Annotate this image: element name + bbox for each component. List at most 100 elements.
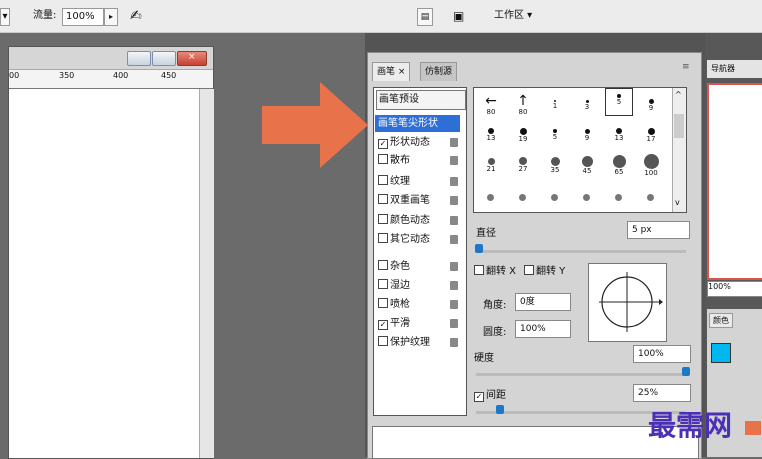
panel-menu-icon[interactable]: ≡: [682, 62, 694, 74]
brush-tip-grid[interactable]: ← 80 ↑ 80 1 3 5 9 13 19 5 9 13 17 21 27 35 45 65 100 ^ v: [473, 87, 687, 213]
brush-tip-cell[interactable]: 35: [542, 154, 568, 174]
lock-icon[interactable]: [450, 281, 458, 290]
grid-scroll-thumb[interactable]: [674, 114, 684, 138]
brush-dot-icon[interactable]: [647, 194, 654, 201]
spacing-checkbox[interactable]: ✓ 间距: [474, 386, 506, 402]
diameter-slider[interactable]: [476, 250, 686, 253]
workspace-menu[interactable]: 工作区 ▾: [494, 8, 532, 24]
flip-y-box[interactable]: [524, 265, 534, 275]
brush-option-item[interactable]: 画笔笔尖形状: [375, 115, 460, 132]
roundness-input[interactable]: 100%: [515, 320, 571, 338]
brush-tip-cell[interactable]: ↑ 80: [510, 94, 536, 116]
tab-clone-source[interactable]: 仿制源: [420, 62, 458, 81]
brush-option-item[interactable]: 散布: [378, 152, 458, 169]
foreground-color-swatch[interactable]: [711, 343, 731, 363]
lock-icon[interactable]: [450, 319, 458, 328]
diameter-slider-knob[interactable]: [475, 244, 483, 253]
scroll-down-icon[interactable]: v: [675, 198, 680, 207]
navigator-zoom-input[interactable]: 100%: [707, 281, 762, 297]
navigator-preview[interactable]: [707, 83, 762, 280]
option-checkbox[interactable]: [378, 214, 388, 224]
brush-option-item[interactable]: 纹理: [378, 173, 458, 190]
option-checkbox[interactable]: [378, 154, 388, 164]
brush-option-item[interactable]: 颜色动态: [378, 212, 458, 229]
scroll-up-icon[interactable]: ^: [675, 90, 682, 99]
lock-icon[interactable]: [450, 177, 458, 186]
brush-option-item[interactable]: 杂色: [378, 258, 458, 275]
bridge-icon[interactable]: ▣: [453, 8, 473, 24]
lock-icon[interactable]: [450, 235, 458, 244]
lock-icon[interactable]: [450, 196, 458, 205]
hardness-slider-knob[interactable]: [682, 367, 690, 376]
grid-scrollbar[interactable]: ^ v: [672, 88, 686, 212]
tab-color[interactable]: 颜色: [709, 313, 733, 328]
brush-dot-icon[interactable]: [551, 194, 558, 201]
tab-brush[interactable]: 画笔 ×: [372, 62, 411, 81]
angle-input[interactable]: 0度: [515, 293, 571, 311]
brush-option-item[interactable]: 湿边: [378, 277, 458, 294]
brush-option-item[interactable]: 其它动态: [378, 231, 458, 248]
brush-tip-cell[interactable]: 5: [542, 124, 568, 144]
brush-tip-cell[interactable]: 100: [638, 153, 664, 177]
flow-input[interactable]: 100%: [62, 8, 104, 26]
brush-tip-cell[interactable]: 9: [574, 124, 600, 144]
maximize-button[interactable]: [152, 51, 176, 66]
diameter-input[interactable]: 5 px: [627, 221, 690, 239]
brush-option-item[interactable]: ✓ 平滑: [378, 315, 458, 332]
brush-tip-cell[interactable]: 65: [606, 154, 632, 176]
brush-tip-cell[interactable]: 13: [478, 124, 504, 144]
spacing-input[interactable]: 25%: [633, 384, 691, 402]
document-titlebar[interactable]: ×: [9, 47, 213, 70]
flip-x-box[interactable]: [474, 265, 484, 275]
canvas[interactable]: [9, 89, 199, 458]
option-checkbox[interactable]: [378, 298, 388, 308]
brush-option-item[interactable]: ✓ 形状动态: [378, 134, 458, 151]
lock-icon[interactable]: [450, 262, 458, 271]
flip-y-checkbox[interactable]: 翻转 Y: [524, 262, 565, 277]
angle-roundness-widget[interactable]: [588, 263, 667, 342]
option-checkbox[interactable]: ✓: [378, 320, 388, 330]
option-checkbox[interactable]: [378, 279, 388, 289]
brush-tip-cell[interactable]: 5: [605, 88, 633, 116]
option-checkbox[interactable]: [378, 233, 388, 243]
brush-tip-cell[interactable]: 45: [574, 154, 600, 175]
brush-tip-cell[interactable]: 21: [478, 154, 504, 174]
mode-dropdown-edge[interactable]: ▾: [0, 8, 10, 26]
flow-dropdown-button[interactable]: ▸: [104, 8, 118, 26]
close-icon[interactable]: ×: [398, 67, 406, 77]
lock-icon[interactable]: [450, 138, 458, 147]
brush-tip-cell[interactable]: 17: [638, 124, 664, 144]
lock-icon[interactable]: [450, 300, 458, 309]
brush-tip-cell[interactable]: 3: [574, 94, 600, 114]
option-checkbox[interactable]: [378, 260, 388, 270]
brush-dot-icon[interactable]: [615, 194, 622, 201]
brush-dot-icon[interactable]: [487, 194, 494, 201]
minimize-button[interactable]: [127, 51, 151, 66]
tool-preset-icon[interactable]: ▤: [417, 8, 433, 26]
lock-icon[interactable]: [450, 216, 458, 225]
option-checkbox[interactable]: [378, 175, 388, 185]
vertical-scrollbar[interactable]: [199, 89, 214, 458]
color-ramp[interactable]: [745, 421, 761, 435]
brush-presets-button[interactable]: 画笔预设: [376, 90, 466, 110]
option-checkbox[interactable]: [378, 336, 388, 346]
hardness-input[interactable]: 100%: [633, 345, 691, 363]
close-button[interactable]: ×: [177, 51, 207, 66]
option-checkbox[interactable]: [378, 194, 388, 204]
option-checkbox[interactable]: ✓: [378, 139, 388, 149]
spacing-box[interactable]: ✓: [474, 392, 484, 402]
hardness-slider[interactable]: [476, 373, 686, 376]
lock-icon[interactable]: [450, 156, 458, 165]
brush-tip-cell[interactable]: 13: [606, 124, 632, 144]
brush-tip-cell[interactable]: 19: [510, 124, 536, 144]
brush-tip-cell[interactable]: ← 80: [478, 94, 504, 116]
brush-tip-cell[interactable]: 9: [638, 94, 664, 114]
flip-x-checkbox[interactable]: 翻转 X: [474, 262, 516, 277]
brush-tip-cell[interactable]: 27: [510, 154, 536, 174]
spacing-slider-knob[interactable]: [496, 405, 504, 414]
brush-option-item[interactable]: 喷枪: [378, 296, 458, 313]
airbrush-icon[interactable]: ✍: [130, 8, 142, 24]
brush-option-item[interactable]: 双重画笔: [378, 192, 458, 209]
brush-tip-cell[interactable]: 1: [542, 94, 568, 114]
brush-dot-icon[interactable]: [583, 194, 590, 201]
